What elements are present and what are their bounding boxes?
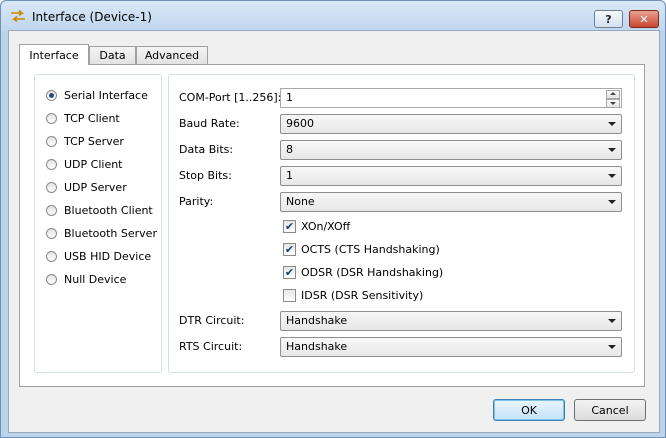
dropdown-arrow-icon [608, 319, 616, 323]
spin-down-icon[interactable] [606, 99, 620, 108]
stop-bits-select[interactable]: 1 [280, 166, 622, 186]
baud-rate-select[interactable]: 9600 [280, 114, 622, 134]
dialog-client-area: Interface Data Advanced Serial Interface… [8, 30, 660, 433]
radio-null-device[interactable]: Null Device [46, 271, 126, 287]
close-button[interactable]: ✕ [629, 10, 659, 28]
tab-panel-interface: Serial Interface TCP Client TCP Server U… [19, 64, 645, 387]
close-icon: ✕ [639, 12, 649, 26]
com-port-label: COM-Port [1..256]: [179, 91, 282, 104]
serial-settings-group: COM-Port [1..256]: 1 Baud Rate: 9600 Dat… [168, 74, 635, 373]
rts-circuit-label: RTS Circuit: [179, 340, 243, 353]
spin-buttons[interactable] [606, 90, 620, 108]
radio-tcp-server[interactable]: TCP Server [46, 133, 124, 149]
radio-button[interactable] [46, 273, 57, 285]
radio-button[interactable] [46, 181, 57, 193]
radio-serial-interface[interactable]: Serial Interface [46, 87, 148, 103]
dtr-circuit-select[interactable]: Handshake [280, 311, 622, 331]
checkmark-icon[interactable]: ✔ [283, 219, 296, 233]
help-icon: ? [605, 12, 612, 26]
checkbox-empty-icon[interactable] [283, 288, 296, 302]
dropdown-arrow-icon [608, 122, 616, 126]
tab-advanced[interactable]: Advanced [136, 46, 208, 64]
interface-arrows-icon [11, 10, 25, 22]
dialog-window: Interface (Device-1) ? ✕ Interface Data … [0, 0, 666, 438]
radio-button[interactable] [46, 112, 57, 124]
data-bits-label: Data Bits: [179, 143, 234, 156]
radio-button[interactable] [46, 227, 57, 239]
radio-button[interactable] [46, 89, 57, 101]
radio-tcp-client[interactable]: TCP Client [46, 110, 120, 126]
radio-bluetooth-server[interactable]: Bluetooth Server [46, 225, 157, 241]
radio-button[interactable] [46, 135, 57, 147]
parity-label: Parity: [179, 195, 214, 208]
tab-interface[interactable]: Interface [19, 44, 89, 65]
stop-bits-label: Stop Bits: [179, 169, 232, 182]
dropdown-arrow-icon [608, 174, 616, 178]
title-bar[interactable]: Interface (Device-1) ? ✕ [1, 1, 665, 31]
tab-data[interactable]: Data [89, 46, 136, 64]
checkbox-xon-xoff[interactable]: ✔ XOn/XOff [283, 218, 350, 234]
checkmark-icon[interactable]: ✔ [283, 242, 296, 256]
radio-button[interactable] [46, 158, 57, 170]
interface-type-group: Serial Interface TCP Client TCP Server U… [34, 74, 162, 373]
radio-bluetooth-client[interactable]: Bluetooth Client [46, 202, 153, 218]
spin-up-icon[interactable] [606, 90, 620, 99]
dropdown-arrow-icon [608, 148, 616, 152]
data-bits-select[interactable]: 8 [280, 140, 622, 160]
checkbox-octs[interactable]: ✔ OCTS (CTS Handshaking) [283, 241, 440, 257]
checkbox-odsr[interactable]: ✔ ODSR (DSR Handshaking) [283, 264, 443, 280]
radio-udp-server[interactable]: UDP Server [46, 179, 127, 195]
parity-select[interactable]: None [280, 192, 622, 212]
dropdown-arrow-icon [608, 345, 616, 349]
help-button[interactable]: ? [594, 10, 623, 28]
radio-button[interactable] [46, 250, 57, 262]
dtr-circuit-label: DTR Circuit: [179, 314, 245, 327]
checkmark-icon[interactable]: ✔ [283, 265, 296, 279]
cancel-button[interactable]: Cancel [574, 399, 646, 421]
radio-usb-hid-device[interactable]: USB HID Device [46, 248, 151, 264]
baud-rate-label: Baud Rate: [179, 117, 240, 130]
radio-udp-client[interactable]: UDP Client [46, 156, 123, 172]
dropdown-arrow-icon [608, 200, 616, 204]
ok-button[interactable]: OK [493, 399, 565, 421]
checkbox-idsr[interactable]: IDSR (DSR Sensitivity) [283, 287, 423, 303]
radio-button[interactable] [46, 204, 57, 216]
rts-circuit-select[interactable]: Handshake [280, 337, 622, 357]
window-title: Interface (Device-1) [32, 10, 152, 24]
com-port-spinbox[interactable]: 1 [280, 88, 622, 108]
